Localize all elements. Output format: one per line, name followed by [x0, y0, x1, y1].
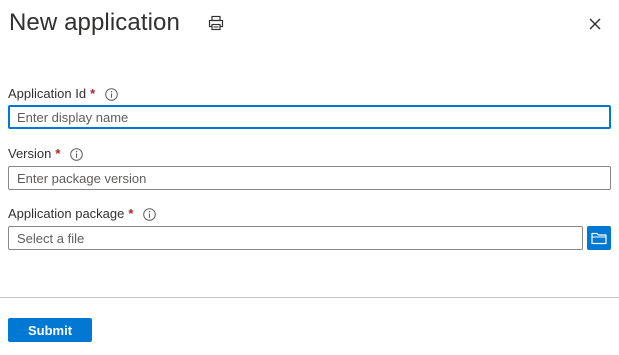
- package-label-row: Application package *: [8, 205, 157, 223]
- submit-button[interactable]: Submit: [8, 318, 92, 342]
- required-marker: *: [55, 146, 61, 161]
- package-file-input[interactable]: [8, 226, 583, 250]
- version-input[interactable]: [8, 166, 611, 190]
- required-marker: *: [128, 206, 134, 221]
- print-icon[interactable]: [207, 14, 225, 32]
- application-id-input[interactable]: [8, 105, 611, 129]
- required-marker: *: [90, 86, 96, 101]
- application-id-label: Application Id: [8, 86, 87, 101]
- info-icon[interactable]: [143, 207, 157, 221]
- application-id-label-row: Application Id *: [8, 85, 118, 103]
- new-application-panel: New application Application Id * Version…: [0, 0, 619, 355]
- info-icon[interactable]: [105, 87, 118, 101]
- browse-file-button[interactable]: [587, 226, 611, 250]
- footer-divider: [0, 297, 619, 298]
- close-icon[interactable]: [585, 14, 605, 34]
- folder-icon: [591, 232, 607, 245]
- page-title: New application: [9, 9, 180, 36]
- version-label-row: Version *: [8, 145, 84, 163]
- version-label: Version: [8, 146, 52, 161]
- info-icon[interactable]: [70, 147, 84, 161]
- package-label: Application package: [8, 206, 125, 221]
